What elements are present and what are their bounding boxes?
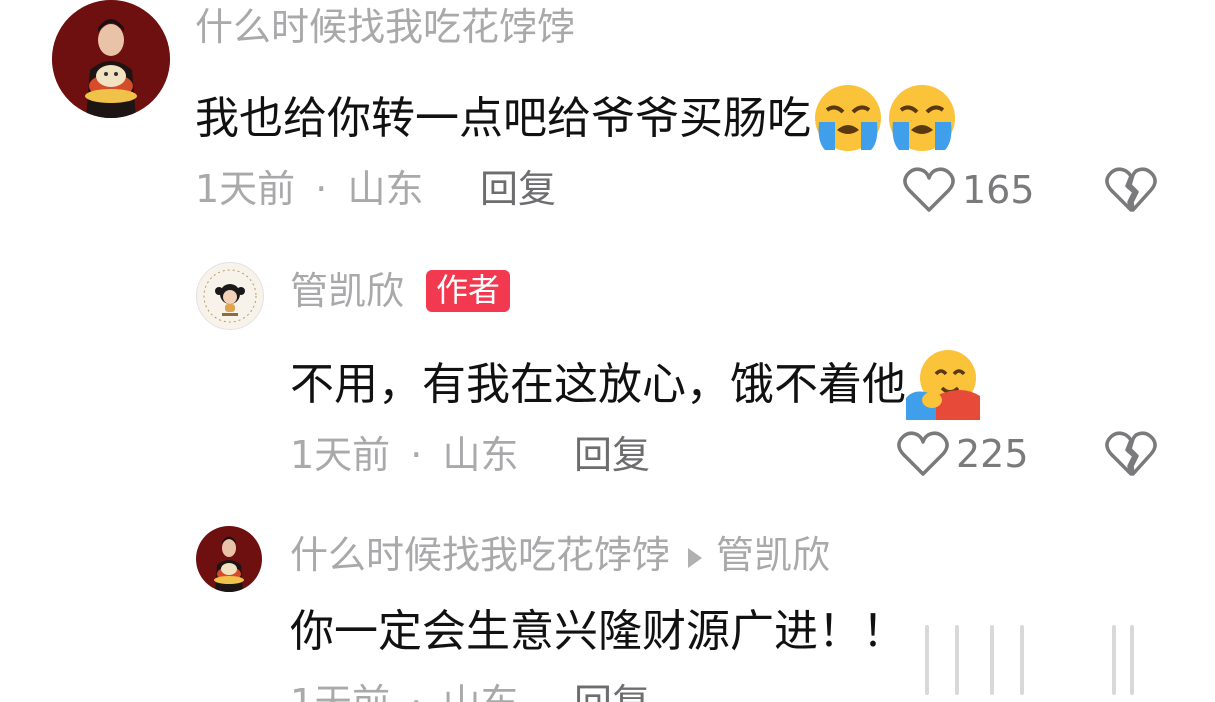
scroll-indicator: [955, 625, 959, 695]
author-badge: 作者: [426, 270, 511, 312]
comment-username-line: 什么时候找我吃花饽饽 管凯欣: [290, 536, 830, 574]
scroll-indicator: [1112, 625, 1116, 695]
dislike-button[interactable]: [1105, 166, 1157, 218]
location: 山东: [442, 433, 519, 477]
like-count: 165: [962, 168, 1035, 212]
comment-text: 不用，有我在这放心，饿不着他: [290, 346, 980, 428]
separator: ·: [410, 681, 422, 702]
comment-username[interactable]: 管凯欣: [290, 272, 404, 310]
comment-username[interactable]: 什么时候找我吃花饽饽: [195, 8, 575, 46]
reply-button[interactable]: 回复: [574, 684, 650, 702]
like-button[interactable]: 165: [902, 166, 1035, 214]
heart-icon: [897, 431, 949, 476]
reply-to-username[interactable]: 管凯欣: [716, 533, 830, 577]
scroll-indicator: [1130, 625, 1134, 695]
location: 山东: [347, 167, 424, 211]
scroll-indicator: [1020, 625, 1024, 695]
timestamp: 1天前: [290, 681, 390, 702]
broken-heart-icon: [1105, 167, 1157, 212]
reply-button[interactable]: 回复: [574, 436, 650, 474]
timestamp: 1天前: [290, 433, 391, 477]
timestamp: 1天前: [195, 167, 296, 211]
location: 山东: [442, 681, 518, 702]
reply-button[interactable]: 回复: [480, 170, 556, 208]
comment-body: 不用，有我在这放心，饿不着他: [290, 359, 906, 410]
comment-username[interactable]: 什么时候找我吃花饽饽: [290, 533, 670, 577]
scroll-indicator: [990, 625, 994, 695]
broken-heart-icon: [1105, 431, 1157, 476]
author-avatar[interactable]: [196, 262, 264, 330]
like-count: 225: [956, 432, 1029, 476]
comment-thread: 什么时候找我吃花饽饽 我也给你转一点吧给爷爷买肠吃 1天前 · 山东 回复 16…: [0, 0, 1215, 702]
separator: ·: [410, 433, 423, 477]
hugging-face-emoji: [906, 346, 980, 428]
comment-meta: 1天前 · 山东: [195, 170, 423, 208]
comment-text: 你一定会生意兴隆财源广进！！: [290, 606, 906, 657]
heart-icon: [903, 167, 955, 212]
loudly-crying-face-emoji: [885, 82, 959, 160]
comment-meta: 1天前 · 山东: [290, 436, 518, 474]
like-button[interactable]: 225: [896, 430, 1029, 478]
avatar[interactable]: [196, 526, 262, 592]
comment-meta: 1天前 · 山东: [290, 684, 518, 702]
separator: ·: [315, 167, 328, 211]
reply-arrow-icon: [688, 547, 703, 568]
scroll-indicator: [925, 625, 929, 695]
loudly-crying-face-emoji: [811, 82, 885, 160]
avatar[interactable]: [52, 0, 170, 118]
comment-body: 我也给你转一点吧给爷爷买肠吃: [195, 93, 811, 144]
dislike-button[interactable]: [1105, 430, 1157, 482]
comment-text: 我也给你转一点吧给爷爷买肠吃: [195, 82, 959, 160]
